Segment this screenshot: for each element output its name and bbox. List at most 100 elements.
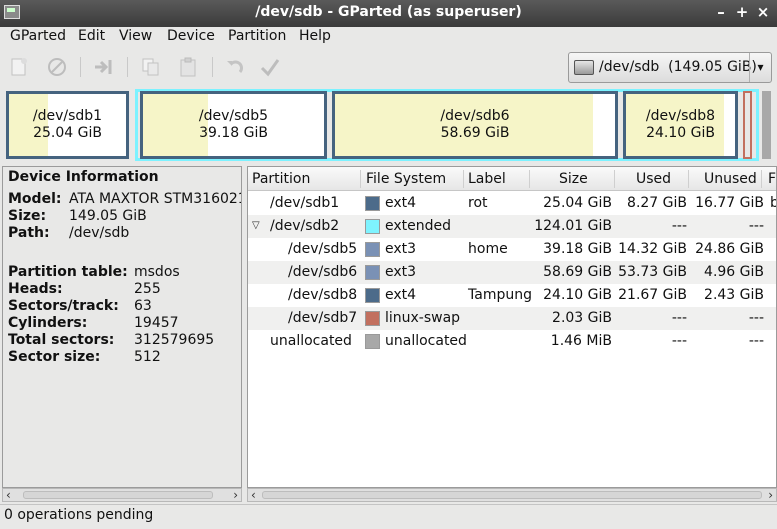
- scrollbar-thumb[interactable]: [23, 491, 213, 499]
- info-label: Cylinders:: [8, 315, 88, 331]
- cell-used: ---: [671, 333, 687, 349]
- cell-used: 8.27 GiB: [627, 195, 687, 211]
- partition-name: /dev/sdb5: [198, 108, 269, 124]
- column-unused[interactable]: Unused: [704, 171, 757, 187]
- table-row[interactable]: /dev/sdb6 ext3 58.69 GiB 53.73 GiB 4.96 …: [248, 261, 776, 284]
- cell-flags: b: [770, 195, 776, 211]
- partition-size: 39.18 GiB: [199, 125, 268, 141]
- table-row[interactable]: /dev/sdb8 ext4 Tampung 24.10 GiB 21.67 G…: [248, 284, 776, 307]
- paste-icon[interactable]: [175, 54, 201, 80]
- scroll-left-icon[interactable]: ‹: [251, 488, 256, 502]
- cell-partition: /dev/sdb5: [288, 241, 358, 257]
- table-row[interactable]: ▽ /dev/sdb2 extended 124.01 GiB --- ---: [248, 215, 776, 238]
- scrollbar-thumb[interactable]: [262, 491, 762, 499]
- column-divider[interactable]: [529, 170, 530, 188]
- scroll-right-icon[interactable]: ›: [768, 488, 773, 502]
- column-divider[interactable]: [688, 170, 689, 188]
- scroll-right-icon[interactable]: ›: [233, 488, 238, 502]
- cell-size: 58.69 GiB: [543, 264, 612, 280]
- maximize-button[interactable]: +: [733, 3, 751, 21]
- column-size[interactable]: Size: [559, 171, 588, 187]
- column-divider[interactable]: [614, 170, 615, 188]
- cell-used: 53.73 GiB: [618, 264, 687, 280]
- fs-color-swatch: [365, 196, 380, 211]
- diskmap-partition-sdb5[interactable]: /dev/sdb5 39.18 GiB: [140, 91, 327, 159]
- cell-unused: ---: [748, 218, 764, 234]
- menu-partition[interactable]: Partition: [228, 28, 286, 44]
- scroll-left-icon[interactable]: ‹: [6, 488, 11, 502]
- column-partition[interactable]: Partition: [252, 171, 310, 187]
- cell-size: 24.10 GiB: [543, 287, 612, 303]
- cell-file-system: extended: [385, 218, 452, 234]
- minimize-button[interactable]: –: [712, 3, 730, 21]
- column-divider[interactable]: [360, 170, 361, 188]
- cell-size: 25.04 GiB: [543, 195, 612, 211]
- cell-partition: /dev/sdb2: [270, 218, 340, 234]
- device-selector-label: /dev/sdb (149.05 GiB): [599, 59, 757, 75]
- cell-partition: unallocated: [270, 333, 352, 349]
- menu-help[interactable]: Help: [299, 28, 331, 44]
- cell-label: Tampung: [468, 287, 532, 303]
- menu-gparted[interactable]: GParted: [10, 28, 66, 44]
- hard-disk-icon: [574, 60, 594, 75]
- status-bar: 0 operations pending: [0, 504, 777, 529]
- menu-view[interactable]: View: [119, 28, 152, 44]
- info-label: Partition table:: [8, 264, 128, 280]
- fs-color-swatch: [365, 219, 380, 234]
- info-value: 19457: [134, 315, 179, 331]
- close-button[interactable]: ×: [754, 3, 772, 21]
- column-divider[interactable]: [761, 170, 762, 188]
- cell-used: ---: [671, 218, 687, 234]
- table-header: Partition File System Label Size Used Un…: [248, 167, 776, 191]
- cell-file-system: linux-swap: [385, 310, 461, 326]
- cell-size: 2.03 GiB: [552, 310, 612, 326]
- column-file-system[interactable]: File System: [366, 171, 446, 187]
- fs-color-swatch: [365, 288, 380, 303]
- menu-edit[interactable]: Edit: [78, 28, 105, 44]
- apply-icon[interactable]: [257, 54, 283, 80]
- cell-unused: 4.96 GiB: [704, 264, 764, 280]
- cell-file-system: ext3: [385, 264, 417, 280]
- table-scrollbar[interactable]: ‹ ›: [247, 488, 777, 502]
- partition-size: 25.04 GiB: [33, 125, 102, 141]
- column-divider[interactable]: [463, 170, 464, 188]
- menu-device[interactable]: Device: [167, 28, 215, 44]
- new-partition-icon[interactable]: [6, 54, 32, 80]
- fs-color-swatch: [365, 242, 380, 257]
- device-selector[interactable]: /dev/sdb (149.05 GiB) ▾: [568, 52, 772, 83]
- cell-label: rot: [468, 195, 488, 211]
- info-value: ATA MAXTOR STM3160215A: [69, 191, 241, 207]
- column-label[interactable]: Label: [468, 171, 506, 187]
- info-label: Path:: [8, 225, 50, 241]
- diskmap-partition-sdb1[interactable]: /dev/sdb1 25.04 GiB: [6, 91, 129, 159]
- info-panel-scrollbar[interactable]: ‹ ›: [2, 488, 242, 502]
- cell-used: 21.67 GiB: [618, 287, 687, 303]
- table-row[interactable]: /dev/sdb5 ext3 home 39.18 GiB 14.32 GiB …: [248, 238, 776, 261]
- copy-icon[interactable]: [138, 54, 164, 80]
- info-label: Model:: [8, 191, 62, 207]
- column-flags[interactable]: F: [768, 171, 776, 187]
- partition-size: 58.69 GiB: [440, 125, 510, 141]
- table-row[interactable]: /dev/sdb1 ext4 rot 25.04 GiB 8.27 GiB 16…: [248, 192, 776, 215]
- diskmap-partition-sdb6[interactable]: /dev/sdb6 58.69 GiB: [332, 91, 618, 159]
- diskmap-partition-sdb8[interactable]: /dev/sdb8 24.10 GiB: [623, 91, 738, 159]
- column-used[interactable]: Used: [636, 171, 671, 187]
- partition-name: /dev/sdb1: [32, 108, 103, 124]
- cell-unused: 24.86 GiB: [695, 241, 764, 257]
- title-bar: /dev/sdb - GParted (as superuser) – + ×: [0, 0, 777, 27]
- status-text: 0 operations pending: [4, 507, 154, 523]
- diskmap-unallocated[interactable]: [762, 91, 771, 159]
- diskmap-partition-sdb7[interactable]: [743, 91, 752, 159]
- cell-used: 14.32 GiB: [618, 241, 687, 257]
- undo-icon[interactable]: [222, 54, 248, 80]
- cell-partition: /dev/sdb7: [288, 310, 358, 326]
- delete-icon[interactable]: [44, 54, 70, 80]
- resize-move-icon[interactable]: [90, 54, 116, 80]
- cell-partition: /dev/sdb1: [270, 195, 340, 211]
- table-row[interactable]: unallocated unallocated 1.46 MiB --- ---: [248, 330, 776, 353]
- info-value: 149.05 GiB: [69, 208, 147, 224]
- table-row[interactable]: /dev/sdb7 linux-swap 2.03 GiB --- ---: [248, 307, 776, 330]
- cell-file-system: ext4: [385, 287, 417, 303]
- cell-size: 124.01 GiB: [534, 218, 612, 234]
- expander-icon[interactable]: ▽: [252, 220, 260, 231]
